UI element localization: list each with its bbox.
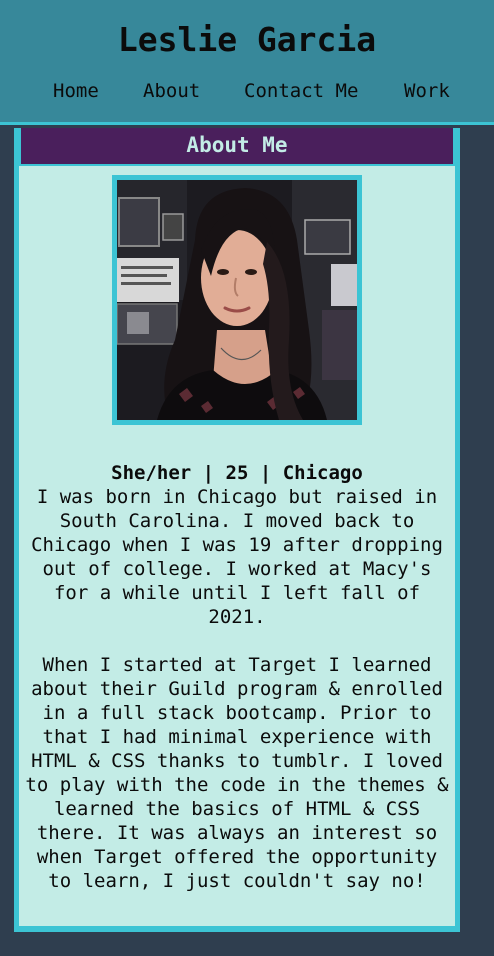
nav-link-contact[interactable]: Contact Me bbox=[244, 76, 358, 106]
bio-text: I was born in Chicago but raised in Sout… bbox=[25, 485, 449, 893]
nav-link-about[interactable]: About bbox=[143, 76, 200, 106]
bio-paragraph: I was born in Chicago but raised in Sout… bbox=[31, 486, 443, 628]
profile-photo-illustration bbox=[117, 180, 357, 420]
profile-tagline: She/her | 25 | Chicago bbox=[111, 462, 363, 484]
nav-link-work[interactable]: Work bbox=[404, 76, 450, 106]
profile-photo bbox=[117, 180, 357, 420]
site-title: Leslie Garcia bbox=[117, 20, 377, 59]
nav-link-home[interactable]: Home bbox=[53, 76, 99, 106]
bio-paragraph: When I started at Target I learned about… bbox=[25, 654, 449, 892]
profile-photo-frame bbox=[112, 175, 362, 425]
site-header: Leslie Garcia Home About Contact Me Work bbox=[0, 0, 494, 125]
about-body: She/her | 25 | Chicago I was born in Chi… bbox=[19, 166, 455, 926]
about-card: About Me She/her | 25 | Chicago I was bo… bbox=[14, 128, 460, 932]
about-heading: About Me bbox=[19, 128, 455, 164]
main-nav: Home About Contact Me Work bbox=[0, 76, 494, 106]
